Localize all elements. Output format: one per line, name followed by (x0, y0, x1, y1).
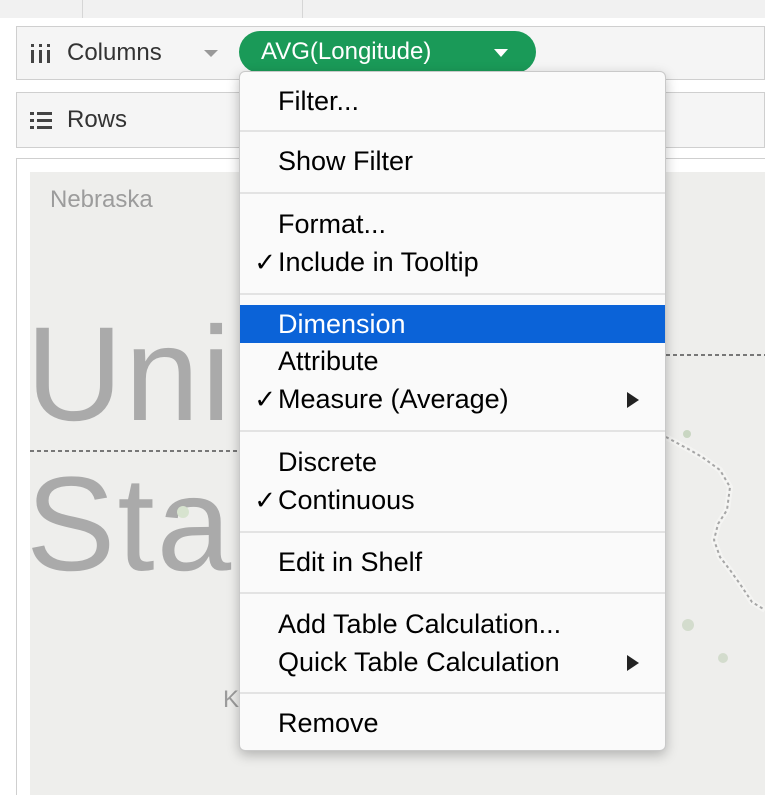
rows-icon (29, 110, 57, 130)
menu-item-label: Add Table Calculation... (278, 608, 562, 639)
menu-item-label: Measure (Average) (278, 383, 509, 414)
menu-item-label: Continuous (278, 484, 415, 515)
menu-item-label: Dimension (278, 308, 406, 339)
menu-separator (240, 293, 665, 295)
menu-item-format[interactable]: Format... (240, 205, 665, 243)
top-strip (0, 0, 765, 18)
menu-item-label: Show Filter (278, 145, 414, 176)
rows-label: Rows (67, 106, 128, 133)
menu-separator (240, 531, 665, 533)
pill-label: AVG(Longitude) (261, 38, 432, 65)
avg-longitude-pill[interactable]: AVG(Longitude) (239, 31, 536, 73)
menu-item-continuous[interactable]: ✓ Continuous (240, 481, 665, 519)
menu-item-filter[interactable]: Filter... (240, 82, 665, 120)
menu-item-label: Filter... (278, 85, 360, 116)
menu-item-remove[interactable]: Remove (240, 704, 665, 742)
menu-item-label: Format... (278, 208, 387, 239)
columns-label: Columns (67, 39, 162, 66)
menu-item-label: Include in Tooltip (278, 246, 479, 277)
menu-item-discrete[interactable]: Discrete (240, 443, 665, 481)
menu-item-show-filter[interactable]: Show Filter (240, 142, 665, 180)
menu-separator (240, 130, 665, 132)
menu-item-edit-in-shelf[interactable]: Edit in Shelf (240, 543, 665, 581)
menu-item-label: Discrete (278, 446, 378, 477)
submenu-arrow-icon (627, 655, 639, 671)
menu-item-include-in-tooltip[interactable]: ✓ Include in Tooltip (240, 243, 665, 281)
menu-item-attribute[interactable]: Attribute (240, 342, 665, 380)
menu-separator (240, 692, 665, 694)
menu-item-dimension[interactable]: Dimension (240, 305, 665, 343)
menu-item-measure-average[interactable]: ✓ Measure (Average) (240, 380, 665, 418)
menu-item-add-table-calculation[interactable]: Add Table Calculation... (240, 605, 665, 643)
pill-dropdown-icon[interactable] (494, 49, 508, 57)
menu-item-label: Edit in Shelf (278, 546, 423, 577)
menu-separator (240, 192, 665, 194)
submenu-arrow-icon (627, 392, 639, 408)
pill-context-menu: Filter... Show Filter Format... ✓ Includ… (239, 71, 666, 751)
checkmark-icon: ✓ (254, 246, 276, 277)
menu-item-quick-table-calculation[interactable]: Quick Table Calculation (240, 643, 665, 681)
columns-shelf-label: Columns (17, 27, 218, 79)
rows-shelf-label: Rows (17, 93, 127, 147)
menu-item-label: Remove (278, 707, 379, 738)
checkmark-icon: ✓ (254, 484, 276, 515)
checkmark-icon: ✓ (254, 383, 276, 414)
menu-item-label: Attribute (278, 345, 379, 376)
menu-separator (240, 592, 665, 594)
columns-icon (29, 42, 57, 64)
menu-separator (240, 430, 665, 432)
column-divider (82, 0, 83, 18)
menu-item-label: Quick Table Calculation (278, 646, 560, 677)
column-divider (302, 0, 303, 18)
columns-dropdown-icon[interactable] (203, 49, 218, 57)
